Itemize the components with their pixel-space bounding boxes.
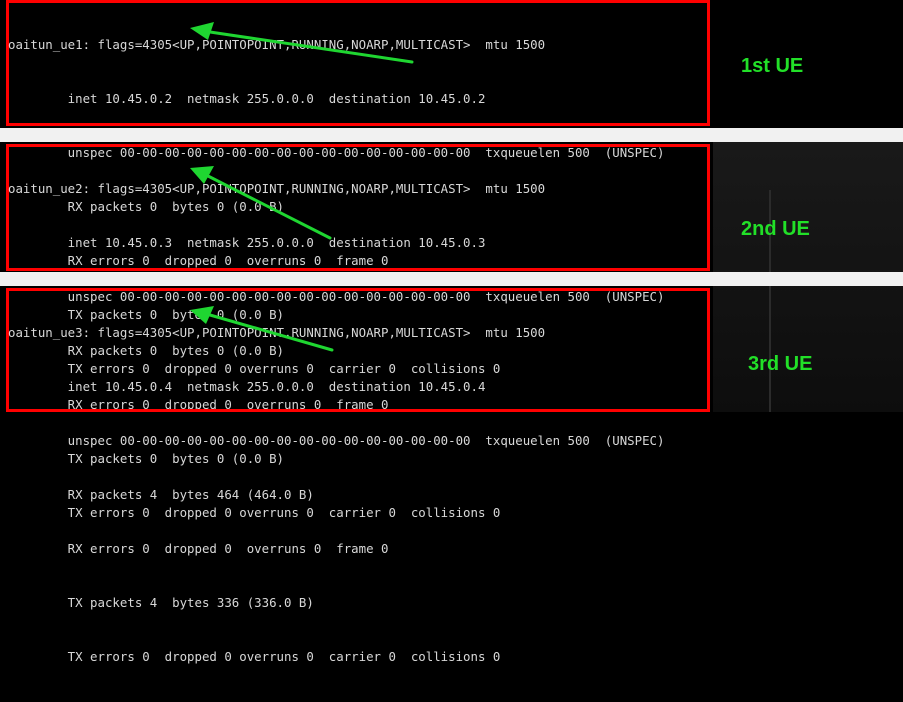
terminal-line: RX packets 4 bytes 464 (464.0 B) [8,487,314,502]
arrow-head-icon [190,166,214,184]
annotation-arrows [190,22,414,352]
terminal-line: TX packets 4 bytes 336 (336.0 B) [8,595,314,610]
arrow-head-icon [190,22,214,40]
terminal-line: TX errors 0 dropped 0 overruns 0 carrier… [8,649,501,664]
terminal-line: unspec 00-00-00-00-00-00-00-00-00-00-00-… [8,433,665,448]
arrow-icon [206,174,332,240]
arrow-icon [208,30,414,64]
arrow-icon [208,313,334,352]
terminal-line: RX errors 0 dropped 0 overruns 0 frame 0 [8,541,389,556]
